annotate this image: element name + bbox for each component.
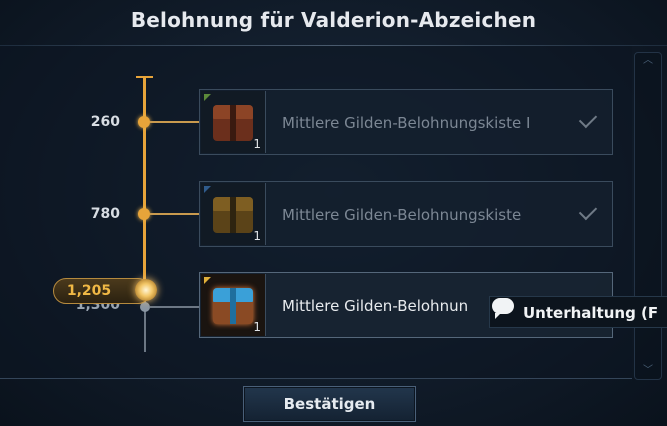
reward-chest-icon: [213, 288, 253, 324]
tooltip-label: Unterhaltung (F: [523, 304, 659, 322]
rarity-marker: [204, 277, 211, 284]
chat-bubble-icon: [492, 298, 514, 319]
claimed-check-icon: [578, 201, 598, 221]
reward-window: Belohnung für Valderion-Abzeichen ︿ ﹀ 26…: [0, 0, 667, 426]
scrollbar[interactable]: ︿ ﹀: [634, 52, 662, 380]
confirm-button[interactable]: Bestätigen: [243, 386, 416, 422]
tier-connector: [150, 213, 199, 215]
rarity-marker: [204, 94, 211, 101]
progress-marker-icon: [135, 279, 157, 301]
rarity-marker: [204, 186, 211, 193]
reward-chest-icon: [213, 197, 253, 233]
scroll-down-icon[interactable]: ﹀: [635, 365, 661, 377]
reward-icon-frame: 1: [201, 91, 266, 153]
reward-icon-frame: 1: [201, 183, 266, 245]
reward-quantity: 1: [253, 229, 261, 243]
reward-label: Mittlere Gilden-Belohnungskiste: [282, 206, 522, 224]
reward-label: Mittlere Gilden-Belohnungskiste I: [282, 114, 531, 132]
chat-tooltip[interactable]: Unterhaltung (F: [489, 296, 667, 328]
current-progress-value: 1,205: [66, 283, 112, 299]
window-title: Belohnung für Valderion-Abzeichen: [130, 8, 537, 32]
reward-card[interactable]: 1 Mittlere Gilden-Belohnungskiste: [199, 181, 613, 247]
claimed-check-icon: [578, 109, 598, 129]
reward-icon-frame: 1: [201, 274, 266, 336]
progress-track-filled: [143, 77, 146, 292]
tier-connector: [150, 306, 199, 308]
tier-node: [138, 208, 150, 220]
tier-threshold: 780: [90, 206, 120, 222]
reward-label: Mittlere Gilden-Belohnun: [282, 297, 469, 315]
reward-card[interactable]: 1 Mittlere Gilden-Belohnungskiste I: [199, 89, 613, 155]
tier-connector: [150, 121, 199, 123]
reward-quantity: 1: [253, 137, 261, 151]
reward-chest-icon: [213, 105, 253, 141]
scroll-up-icon[interactable]: ︿: [635, 55, 661, 67]
tier-threshold: 260: [90, 114, 120, 130]
reward-quantity: 1: [253, 320, 261, 334]
tier-node: [138, 116, 150, 128]
